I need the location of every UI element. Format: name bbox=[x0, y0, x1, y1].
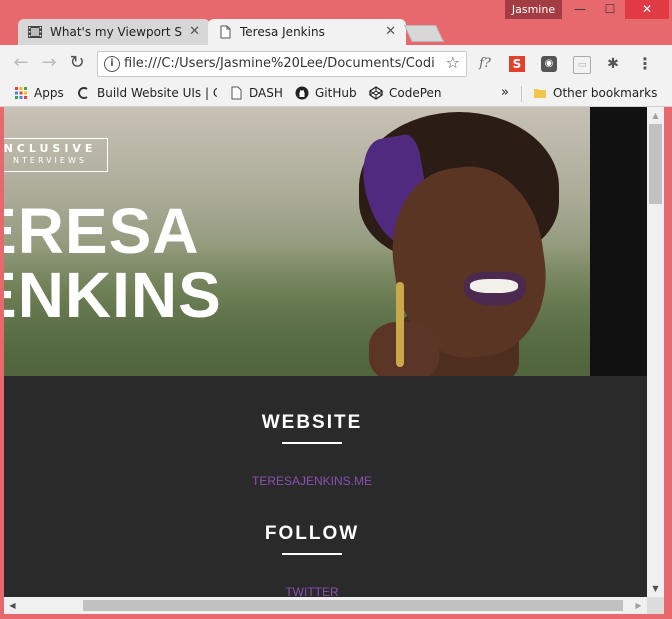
horizontal-scroll-thumb[interactable] bbox=[83, 600, 623, 611]
bookmark-label: Build Website UIs | Co bbox=[97, 86, 217, 100]
page-viewport: NCLUSIVE NTERVIEWS ERESA ENKINS WEBSITE … bbox=[4, 107, 647, 597]
close-window-button[interactable]: ✕ bbox=[625, 0, 669, 19]
vertical-scrollbar[interactable]: ▲ ▼ bbox=[647, 107, 664, 597]
lightbulb-extension-icon[interactable]: ◉ bbox=[541, 56, 557, 72]
bookmark-codepen[interactable]: CodePen bbox=[369, 82, 442, 106]
tab-viewport-size[interactable]: What's my Viewport Size ✕ bbox=[18, 19, 210, 45]
scroll-left-icon[interactable]: ◀ bbox=[4, 597, 21, 614]
star-icon[interactable]: ☆ bbox=[446, 53, 460, 72]
website-section: WEBSITE TERESAJENKINS.ME bbox=[4, 412, 620, 488]
new-tab-button[interactable] bbox=[404, 25, 444, 42]
logo-line1: NCLUSIVE bbox=[4, 142, 97, 155]
bookmark-apps[interactable]: Apps bbox=[14, 82, 64, 106]
page-icon bbox=[220, 25, 231, 39]
github-icon bbox=[295, 86, 309, 100]
twitter-link[interactable]: TWITTER bbox=[4, 585, 620, 597]
bookmarks-bar: Apps Build Website UIs | Co DASH GitHub … bbox=[0, 82, 672, 107]
bookmark-label: DASH bbox=[249, 86, 283, 100]
vertical-scroll-thumb[interactable] bbox=[649, 124, 662, 204]
tab-teresa-jenkins[interactable]: Teresa Jenkins ✕ bbox=[208, 19, 406, 45]
menu-icon[interactable]: ⋮ bbox=[637, 56, 653, 72]
info-icon[interactable]: i bbox=[104, 56, 120, 72]
address-bar[interactable]: i file:///C:/Users/Jasmine%20Lee/Documen… bbox=[97, 51, 467, 77]
minimize-button[interactable]: — bbox=[565, 0, 595, 19]
tab-title: Teresa Jenkins bbox=[240, 25, 325, 39]
scroll-right-icon[interactable]: ▶ bbox=[630, 597, 647, 614]
tab-title: What's my Viewport Size bbox=[50, 25, 182, 39]
scroll-up-icon[interactable]: ▲ bbox=[647, 107, 664, 124]
follow-section: FOLLOW TWITTER bbox=[4, 523, 620, 597]
section-heading: FOLLOW bbox=[264, 523, 360, 544]
s-extension-icon[interactable]: S bbox=[509, 56, 525, 72]
profile-badge[interactable]: Jasmine bbox=[505, 0, 562, 19]
hero-name-line1: ERESA bbox=[4, 195, 200, 267]
codepen-c-icon bbox=[78, 87, 88, 99]
browser-window: Jasmine — ☐ ✕ What's my Viewport Size ✕ … bbox=[0, 0, 672, 619]
hero-name: ERESA ENKINS bbox=[4, 199, 222, 327]
apps-grid-icon bbox=[15, 87, 27, 99]
maximize-button[interactable]: ☐ bbox=[595, 0, 625, 19]
forward-button[interactable]: → bbox=[37, 52, 61, 76]
section-rule bbox=[282, 442, 342, 444]
back-button[interactable]: ← bbox=[9, 52, 33, 76]
bookmark-other[interactable]: Other bookmarks bbox=[533, 82, 657, 106]
tab-close-icon[interactable]: ✕ bbox=[385, 19, 396, 45]
section-rule bbox=[282, 553, 342, 555]
section-heading: WEBSITE bbox=[261, 412, 363, 433]
scroll-down-icon[interactable]: ▼ bbox=[647, 580, 664, 597]
bug-extension-icon[interactable]: ✱ bbox=[605, 56, 621, 72]
reload-button[interactable]: ↻ bbox=[65, 52, 89, 76]
page-icon bbox=[231, 86, 242, 100]
horizontal-scrollbar[interactable]: ◀ ▶ bbox=[4, 597, 647, 614]
bookmark-dash[interactable]: DASH bbox=[229, 82, 283, 106]
bookmark-label: Apps bbox=[34, 86, 64, 100]
bookmark-label: Other bookmarks bbox=[553, 86, 658, 100]
hero-section: NCLUSIVE NTERVIEWS ERESA ENKINS bbox=[4, 107, 647, 376]
toolbar: ← → ↻ i file:///C:/Users/Jasmine%20Lee/D… bbox=[0, 45, 672, 82]
bookmarks-overflow-button[interactable]: » bbox=[501, 82, 509, 106]
film-icon bbox=[28, 26, 42, 38]
url-text[interactable]: file:///C:/Users/Jasmine%20Lee/Documents… bbox=[124, 52, 439, 76]
folder-icon bbox=[534, 89, 546, 98]
bookmarks-divider bbox=[521, 86, 522, 102]
window-extension-icon[interactable]: ▭ bbox=[573, 56, 591, 74]
logo-line2: NTERVIEWS bbox=[13, 156, 87, 165]
scrollbar-corner bbox=[647, 597, 664, 614]
website-link[interactable]: TERESAJENKINS.ME bbox=[4, 474, 620, 488]
bookmark-github[interactable]: GitHub bbox=[295, 82, 357, 106]
fonts-extension-icon[interactable]: f? bbox=[477, 56, 493, 72]
bookmark-label: CodePen bbox=[389, 86, 442, 100]
bookmark-label: GitHub bbox=[315, 86, 357, 100]
tab-close-icon[interactable]: ✕ bbox=[189, 19, 200, 45]
hero-name-line2: ENKINS bbox=[4, 259, 222, 331]
codepen-icon bbox=[369, 86, 383, 100]
bookmark-build-website-uis[interactable]: Build Website UIs | Co bbox=[77, 82, 217, 106]
site-logo[interactable]: NCLUSIVE NTERVIEWS bbox=[4, 138, 108, 172]
